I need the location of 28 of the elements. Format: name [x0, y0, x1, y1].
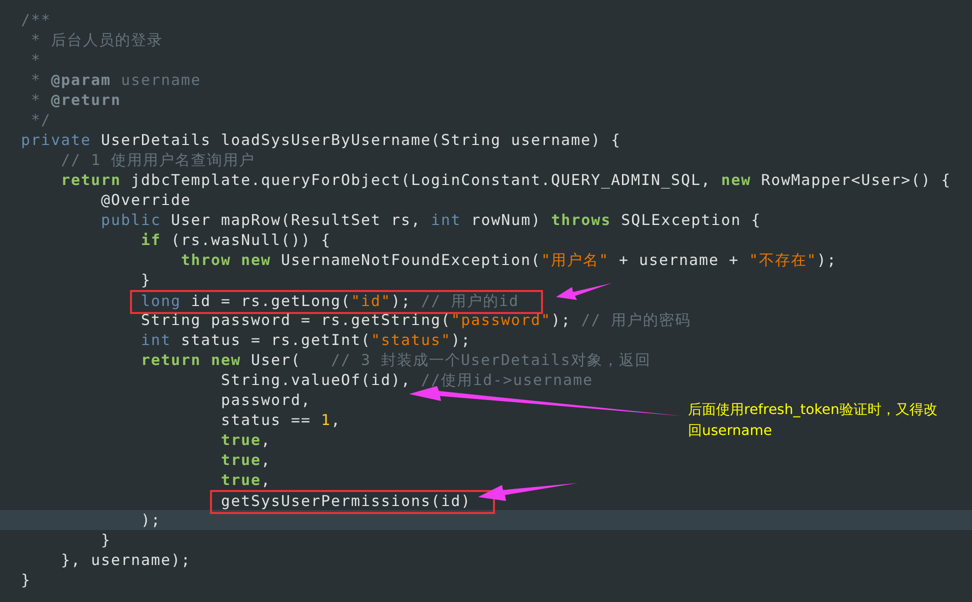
code-line: } — [21, 570, 32, 590]
code-line: return new User( // 3 封装成一个UserDetails对象，返回 — [140, 350, 651, 370]
code-line: password, — [220, 390, 312, 410]
code-line: @Override — [100, 190, 192, 210]
annotation-text: 后面使用refresh_token验证时，又得改回username — [688, 401, 938, 441]
code-line: true, — [220, 430, 272, 450]
code-line: int status = rs.getInt("status"); — [140, 330, 472, 350]
code-line: true, — [220, 450, 272, 470]
code-line: * @return — [30, 90, 122, 110]
code-line: // 1 使用用户名查询用户 — [60, 150, 255, 170]
code-line: * — [30, 50, 42, 70]
code-line: */ — [30, 110, 52, 130]
code-line: public User mapRow(ResultSet rs, int rowNum) throws SQLException { — [100, 210, 762, 230]
code-line: }, username); — [60, 550, 192, 570]
code-line: true, — [220, 470, 272, 490]
code-line: } — [140, 270, 152, 290]
code-line: String.valueOf(id), //使用id->username — [220, 370, 593, 390]
arrow — [556, 283, 612, 300]
code-line: private UserDetails loadSysUserByUsername(String username) { — [21, 130, 622, 150]
code-line: /** — [21, 10, 52, 30]
code-line: throw new UsernameNotFoundException("用户名" + username + "不存在"); — [180, 250, 837, 270]
code-line: * 后台人员的登录 — [30, 30, 163, 50]
code-line: return jdbcTemplate.queryForObject(LoginConstant.QUERY_ADMIN_SQL, new RowMapper<User>() { — [60, 170, 952, 190]
code-line: status == 1, — [220, 410, 342, 430]
code-line: ); — [140, 510, 162, 530]
code-line: } — [100, 530, 112, 550]
code-line: if (rs.wasNull()) { — [140, 230, 332, 250]
code-line: * @param username — [30, 70, 202, 90]
